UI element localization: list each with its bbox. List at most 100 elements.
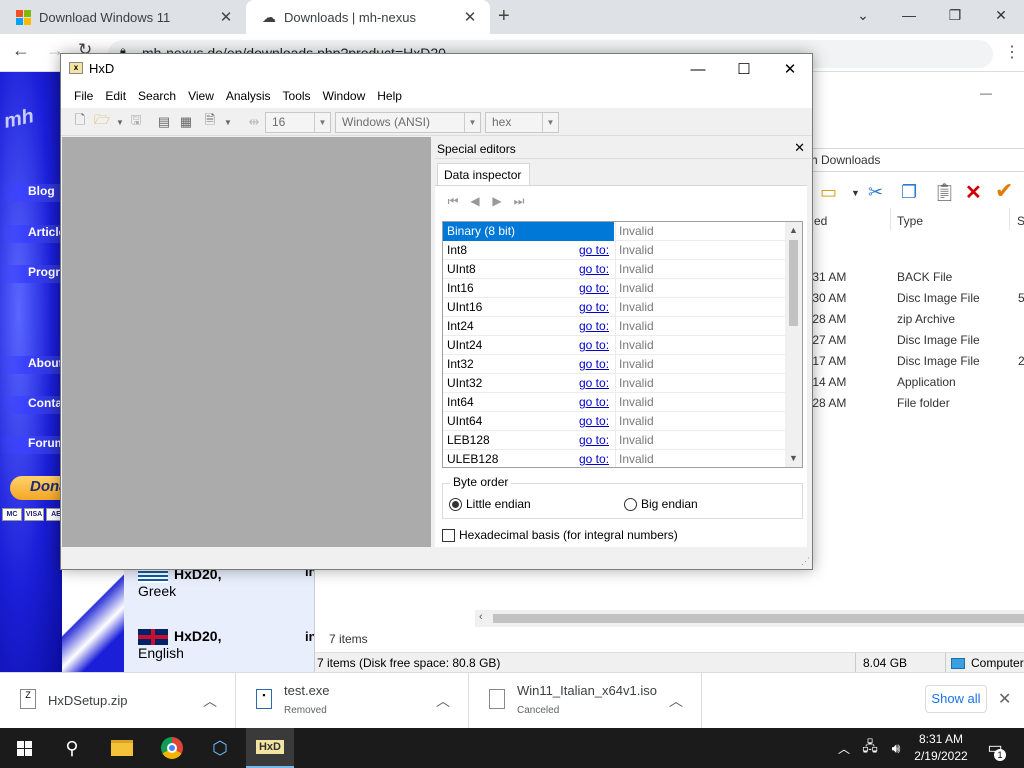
new-tab-button[interactable]: + (498, 5, 510, 28)
hxd-title-bar[interactable]: x HxD — ☐ ✕ (61, 54, 812, 84)
inspector-row[interactable]: Binary (8 bit) Invalid (443, 222, 785, 241)
new-file-icon[interactable]: 🗋︎ (71, 112, 89, 131)
cut-icon[interactable]: ✂ (868, 182, 883, 203)
minimize-button[interactable]: — (675, 54, 721, 84)
inspector-row[interactable]: ULEB128 go to: Invalid (443, 450, 785, 467)
hexadecimal-basis-checkbox[interactable]: Hexadecimal basis (for integral numbers) (442, 528, 678, 542)
goto-link[interactable]: go to: (579, 281, 609, 295)
close-tab-icon[interactable]: ✕ (218, 8, 234, 26)
nav-blog[interactable]: Blog (0, 184, 62, 202)
nav-forum[interactable]: Forum (0, 436, 62, 454)
goto-link[interactable]: go to: (579, 338, 609, 352)
menu-window[interactable]: Window (317, 84, 372, 108)
inspector-row[interactable]: UInt8 go to: Invalid (443, 260, 785, 279)
nav-about[interactable]: About (0, 356, 62, 374)
network-icon[interactable]: 🖧︎ (858, 728, 882, 768)
download-item-test-exe[interactable]: ▪ test.exe Removed ︿ (236, 673, 469, 729)
open-disk-icon[interactable]: ▤ (155, 113, 173, 131)
menu-edit[interactable]: Edit (99, 84, 132, 108)
chevron-up-icon[interactable]: ︿ (203, 691, 217, 711)
minimize-browser-button[interactable]: — (886, 0, 932, 30)
more-menu-icon[interactable]: ⋮ (1004, 42, 1020, 62)
first-icon[interactable]: ⏮ (445, 193, 461, 209)
column-modified-header[interactable]: ed (814, 214, 827, 228)
language-item-greek[interactable]: HxD20, Greek (138, 566, 308, 599)
notification-icon[interactable]: ▭ 1 (980, 728, 1010, 768)
inspector-row[interactable]: UInt16 go to: Invalid (443, 298, 785, 317)
inspector-row[interactable]: Int32 go to: Invalid (443, 355, 785, 374)
explorer-breadcrumb[interactable]: h Downloads (810, 148, 1024, 172)
file-explorer-taskbar-icon[interactable] (98, 728, 146, 768)
maximize-button[interactable]: ☐ (721, 54, 767, 84)
inspector-value[interactable]: Invalid (615, 279, 785, 298)
menu-search[interactable]: Search (132, 84, 182, 108)
explorer-minimize-button[interactable]: — (980, 86, 992, 100)
inspector-value[interactable]: Invalid (615, 222, 785, 241)
goto-link[interactable]: go to: (579, 376, 609, 390)
chevron-up-icon[interactable]: ︿ (436, 691, 450, 711)
virtualbox-taskbar-icon[interactable]: ⬡ (196, 728, 244, 768)
vertical-scrollbar[interactable]: ▲ ▼ (785, 222, 802, 467)
checkmark-icon[interactable]: ✔ (995, 178, 1013, 204)
nav-contact[interactable]: Contact (0, 396, 62, 414)
inspector-value[interactable]: Invalid (615, 412, 785, 431)
export-icon[interactable]: 🗎︎ (201, 112, 219, 131)
taskbar-clock[interactable]: 8:31 AM 2/19/2022 (908, 731, 974, 765)
inspector-value[interactable]: Invalid (615, 374, 785, 393)
inspector-value[interactable]: Invalid (615, 298, 785, 317)
close-tab-icon[interactable]: ✕ (462, 8, 478, 26)
new-folder-icon[interactable]: ▭ (820, 182, 837, 203)
column-type-header[interactable]: Type (897, 214, 923, 228)
inspector-value[interactable]: Invalid (615, 260, 785, 279)
close-button[interactable]: ✕ (767, 54, 813, 84)
search-icon[interactable]: ⚲ (48, 728, 96, 768)
inspector-value[interactable]: Invalid (615, 336, 785, 355)
little-endian-radio[interactable]: Little endian (449, 497, 531, 511)
inspector-row[interactable]: Int64 go to: Invalid (443, 393, 785, 412)
menu-help[interactable]: Help (371, 84, 408, 108)
next-icon[interactable]: ▶ (489, 193, 505, 209)
inspector-value[interactable]: Invalid (615, 393, 785, 412)
inspector-value[interactable]: Invalid (615, 431, 785, 450)
chevron-up-icon[interactable]: ︿ (834, 728, 854, 768)
charset-select[interactable]: Windows (ANSI) ▼ (335, 112, 481, 133)
close-panel-icon[interactable]: ✕ (794, 140, 805, 156)
volume-icon[interactable]: 🔊︎ (884, 728, 908, 768)
scroll-up-arrow-icon[interactable]: ▲ (785, 222, 802, 239)
download-item-hxdsetup[interactable]: Z HxDSetup.zip ︿ (0, 673, 236, 729)
inspector-value[interactable]: Invalid (615, 317, 785, 336)
open-ram-icon[interactable]: ▦ (177, 113, 195, 131)
vertical-scroll-thumb[interactable] (789, 240, 798, 326)
tab-data-inspector[interactable]: Data inspector (437, 163, 531, 185)
menu-file[interactable]: File (68, 84, 99, 108)
inspector-value[interactable]: Invalid (615, 241, 785, 260)
inspector-row[interactable]: LEB128 go to: Invalid (443, 431, 785, 450)
chevron-up-icon[interactable]: ︿ (669, 691, 683, 711)
goto-link[interactable]: go to: (579, 300, 609, 314)
delete-icon[interactable]: ✕ (965, 180, 982, 205)
language-item-english[interactable]: HxD20, English (138, 628, 308, 661)
goto-link[interactable]: go to: (579, 414, 609, 428)
inspector-row[interactable]: Int24 go to: Invalid (443, 317, 785, 336)
open-file-icon[interactable]: 🗁︎ (93, 112, 111, 131)
paste-icon[interactable]: 📋︎ (933, 182, 956, 203)
scroll-left-arrow-icon[interactable]: ‹ (479, 611, 483, 623)
goto-link[interactable]: go to: (579, 243, 609, 257)
goto-link[interactable]: go to: (579, 452, 609, 466)
close-downloads-bar-icon[interactable]: ✕ (998, 689, 1011, 709)
restore-browser-button[interactable]: ❐ (932, 0, 978, 30)
show-all-button[interactable]: Show all (925, 685, 987, 713)
last-icon[interactable]: ⏭ (511, 193, 527, 209)
inspector-row[interactable]: UInt24 go to: Invalid (443, 336, 785, 355)
horizontal-scrollbar[interactable]: ‹ (475, 610, 1024, 627)
save-icon[interactable]: 🖫︎ (127, 112, 145, 131)
chevron-down-icon[interactable]: ▼ (851, 188, 860, 198)
big-endian-radio[interactable]: Big endian (624, 497, 698, 511)
tab-downloads-mh-nexus[interactable]: ☁ Downloads | mh-nexus ✕ (246, 0, 490, 34)
nav-programs[interactable]: Programs (0, 265, 62, 283)
goto-link[interactable]: go to: (579, 357, 609, 371)
download-item-win11-iso[interactable]: Win11_Italian_x64v1.iso Canceled ︿ (469, 673, 702, 729)
resize-grip-icon[interactable]: ⋰ (801, 556, 810, 567)
inspector-row[interactable]: Int8 go to: Invalid (443, 241, 785, 260)
offset-base-select[interactable]: hex ▼ (485, 112, 559, 133)
